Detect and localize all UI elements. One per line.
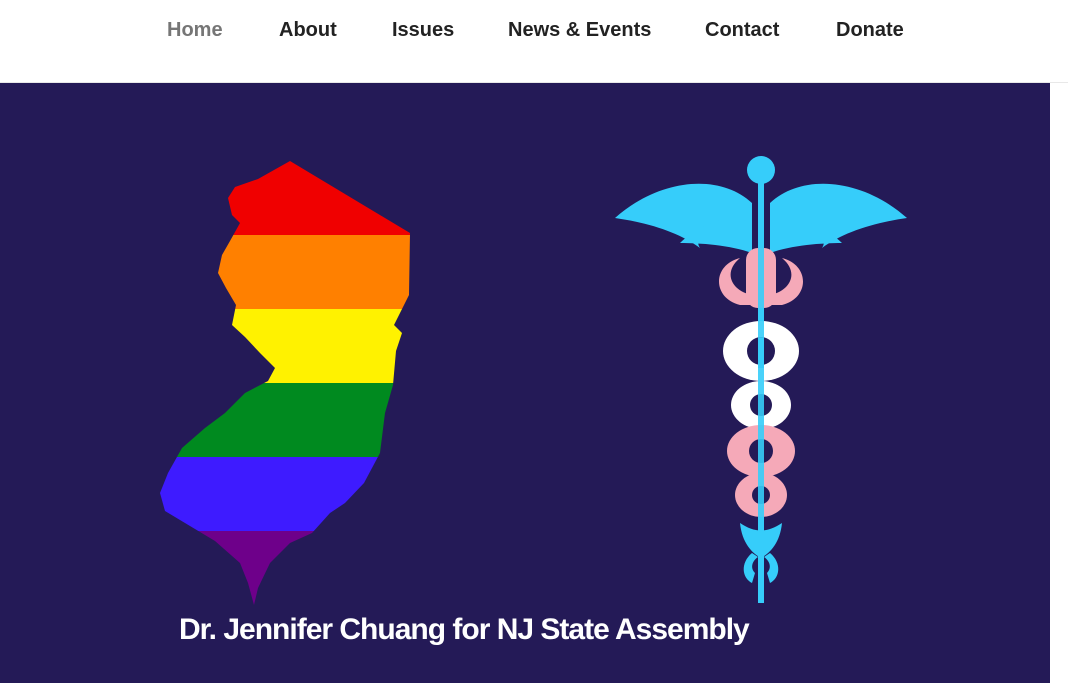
page-margin-bottom xyxy=(0,683,1050,692)
nav-donate-link[interactable]: Donate xyxy=(836,17,904,43)
nav-home-link[interactable]: Home xyxy=(167,17,223,43)
page-margin-right xyxy=(1050,83,1068,692)
nav-about-link[interactable]: About xyxy=(279,17,337,43)
nav-news-events-link[interactable]: News & Events xyxy=(508,17,651,43)
hero-banner: Dr. Jennifer Chuang for NJ State Assembl… xyxy=(0,83,1050,683)
nav-issues-link[interactable]: Issues xyxy=(392,17,454,43)
caduceus-trans-flag-icon xyxy=(615,156,907,603)
hero-artwork xyxy=(160,156,907,605)
hero-title: Dr. Jennifer Chuang for NJ State Assembl… xyxy=(179,613,750,646)
new-jersey-rainbow-map-icon xyxy=(160,161,410,605)
top-navigation: Home About Issues News & Events Contact … xyxy=(0,0,1068,83)
nav-contact-link[interactable]: Contact xyxy=(705,17,779,43)
